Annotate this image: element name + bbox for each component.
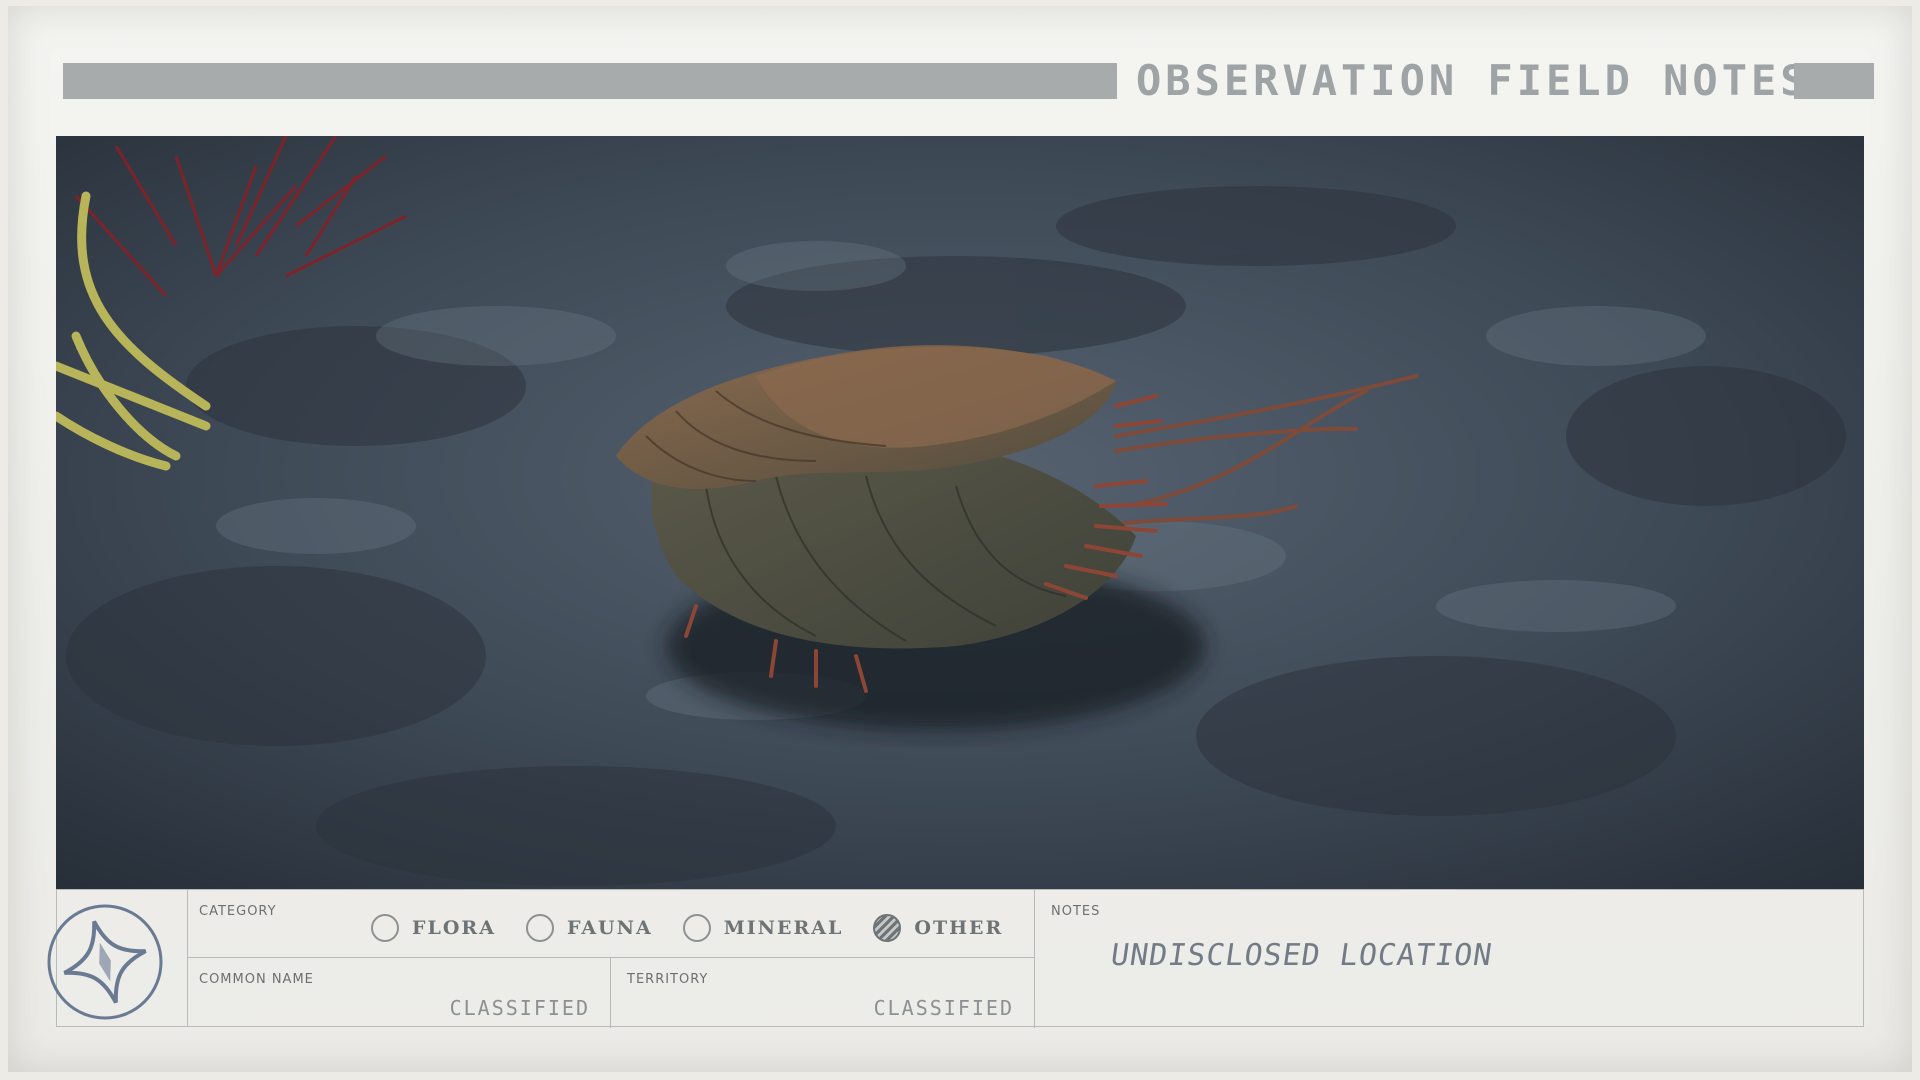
other-label: OTHER: [914, 917, 1004, 939]
header-bar-right: [1794, 63, 1874, 99]
radio-other-selected[interactable]: [873, 914, 902, 942]
radio-flora[interactable]: [371, 914, 399, 942]
compass-star-icon: [47, 904, 163, 1020]
common-name-value: CLASSIFIED: [449, 996, 590, 1020]
notes-label: NOTES: [1051, 904, 1101, 919]
page-title: OBSERVATION FIELD NOTES: [1136, 56, 1810, 105]
logo-cell: [47, 890, 188, 1026]
territory-value: CLASSIFIED: [873, 996, 1014, 1020]
mineral-label: MINERAL: [723, 917, 844, 939]
category-option-mineral[interactable]: MINERAL: [682, 914, 844, 942]
category-option-fauna[interactable]: FAUNA: [525, 914, 653, 942]
header-bar-left: [63, 63, 1117, 99]
notes-cell: NOTES UNDISCLOSED LOCATION: [1035, 890, 1865, 1028]
creature-photo: [56, 136, 1864, 889]
flora-label: FLORA: [412, 917, 496, 939]
radio-mineral[interactable]: [682, 914, 711, 942]
category-label: CATEGORY: [199, 904, 277, 919]
radio-fauna[interactable]: [525, 914, 554, 942]
category-row: CATEGORY FLORA FAUNA MINERAL OTHER: [187, 890, 1035, 958]
category-option-flora[interactable]: FLORA: [371, 914, 496, 942]
territory-cell: TERRITORY CLASSIFIED: [611, 958, 1035, 1028]
fauna-label: FAUNA: [566, 917, 653, 939]
notes-handwriting: UNDISCLOSED LOCATION: [1108, 938, 1495, 973]
category-option-other[interactable]: OTHER: [873, 914, 1003, 942]
common-name-cell: COMMON NAME CLASSIFIED: [187, 958, 611, 1028]
territory-label: TERRITORY: [627, 972, 709, 987]
common-name-label: COMMON NAME: [199, 972, 314, 987]
category-options: FLORA FAUNA MINERAL OTHER: [371, 914, 1003, 942]
photo-illustration: [56, 136, 1864, 889]
info-panel: CATEGORY FLORA FAUNA MINERAL OTHER COMMO…: [47, 889, 1865, 1028]
